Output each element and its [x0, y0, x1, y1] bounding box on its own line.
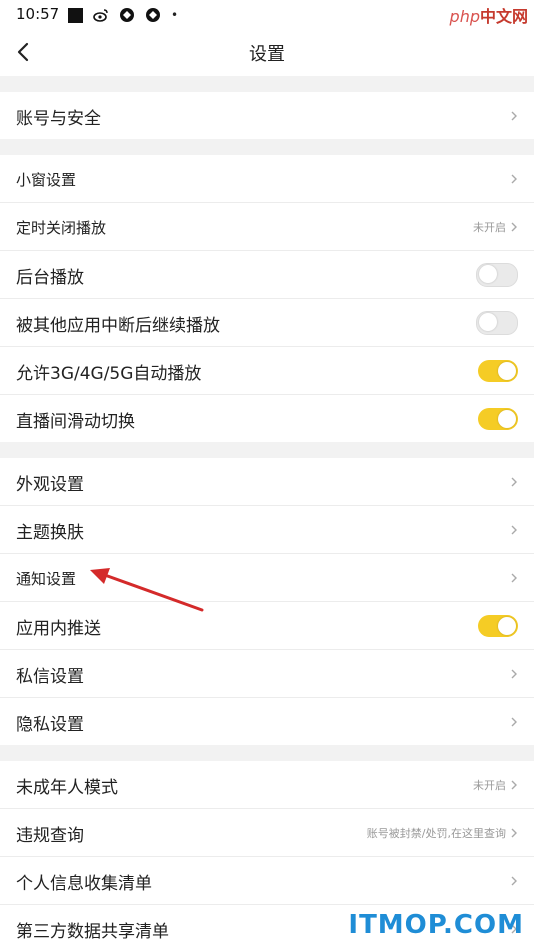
- settings-row[interactable]: 账号与安全: [0, 92, 534, 139]
- settings-row[interactable]: 后台播放: [0, 251, 534, 299]
- settings-row[interactable]: 直播间滑动切换: [0, 395, 534, 442]
- toggle-knob: [498, 616, 516, 635]
- toggle-switch[interactable]: [478, 407, 518, 430]
- settings-row[interactable]: 外观设置: [0, 458, 534, 506]
- section-gap: [0, 76, 534, 92]
- settings-row-right: [510, 458, 518, 505]
- settings-row[interactable]: 通知设置: [0, 554, 534, 602]
- settings-row-label: 第三方数据共享清单: [16, 922, 169, 942]
- chevron-right-icon: [511, 525, 517, 534]
- settings-row[interactable]: 允许3G/4G/5G自动播放: [0, 347, 534, 395]
- settings-row-hint: 账号被封禁/处罚,在这里查询: [366, 826, 506, 840]
- chevron-right-icon: [511, 876, 517, 885]
- settings-row-hint: 未开启: [473, 220, 506, 234]
- watermark-bottom: ITMOP.COM: [348, 910, 524, 940]
- settings-group: 小窗设置定时关闭播放 未开启后台播放被其他应用中断后继续播放 允许3G/4G/5G自…: [0, 155, 534, 442]
- settings-list: 账号与安全 小窗设置 定时关闭播放 未开启 后台播放 被其他应用中断后继续播放 允许3G/4…: [0, 76, 534, 952]
- settings-row-label: 账号与安全: [16, 109, 101, 129]
- chevron-right-icon: [511, 669, 517, 678]
- chevron-right-icon: [511, 573, 517, 582]
- settings-row-right: [476, 299, 518, 346]
- settings-row-label: 私信设置: [16, 667, 84, 687]
- toggle-switch[interactable]: [478, 359, 518, 382]
- settings-row-right: [478, 347, 518, 394]
- settings-row-label: 后台播放: [16, 268, 84, 288]
- settings-row-right: 未开启: [473, 203, 518, 250]
- settings-row-right: 账号被封禁/处罚,在这里查询: [367, 809, 518, 856]
- settings-row-label: 外观设置: [16, 475, 84, 495]
- settings-row-right: [510, 698, 518, 745]
- toggle-knob: [479, 264, 497, 283]
- settings-row-label: 被其他应用中断后继续播放: [16, 316, 220, 336]
- section-gap: [0, 139, 534, 155]
- settings-row-label: 隐私设置: [16, 715, 84, 735]
- settings-group: 外观设置主题换肤通知设置应用内推送私信设置隐私设置: [0, 458, 534, 745]
- app-icon: [120, 8, 134, 22]
- section-gap: [0, 442, 534, 458]
- settings-row-right: [510, 650, 518, 697]
- settings-row-right: [510, 506, 518, 553]
- annotation-arrow: [90, 568, 204, 612]
- settings-row-label: 未成年人模式: [16, 778, 118, 798]
- settings-row-label: 应用内推送: [16, 619, 101, 639]
- settings-row-right: [476, 251, 518, 298]
- chevron-right-icon: [511, 174, 517, 183]
- settings-row-label: 允许3G/4G/5G自动播放: [16, 364, 202, 384]
- page-title: 设置: [249, 44, 285, 65]
- more-dot: •: [171, 8, 179, 22]
- settings-row[interactable]: 违规查询 账号被封禁/处罚,在这里查询: [0, 809, 534, 857]
- chevron-right-icon: [511, 111, 517, 120]
- chevron-right-icon: [511, 717, 517, 726]
- chevron-right-icon: [511, 477, 517, 486]
- watermark-php: php: [449, 7, 480, 26]
- notification-square-icon: [68, 7, 83, 23]
- settings-group: 账号与安全: [0, 92, 534, 139]
- toggle-switch[interactable]: [478, 614, 518, 637]
- nav-bar: 设置: [0, 28, 534, 76]
- settings-row[interactable]: 应用内推送: [0, 602, 534, 650]
- settings-row[interactable]: 私信设置: [0, 650, 534, 698]
- chevron-right-icon: [511, 780, 517, 789]
- section-gap: [0, 745, 534, 761]
- settings-row[interactable]: 未成年人模式 未开启: [0, 761, 534, 809]
- settings-row[interactable]: 主题换肤: [0, 506, 534, 554]
- watermark-cn: 中文网: [479, 7, 528, 26]
- toggle-knob: [479, 312, 497, 331]
- toggle-switch[interactable]: [476, 310, 518, 335]
- status-bar: 10:57 • php中文网: [0, 0, 534, 28]
- settings-row-label: 个人信息收集清单: [16, 874, 152, 894]
- settings-row-right: [510, 857, 518, 904]
- app-icon: [146, 8, 160, 22]
- settings-row[interactable]: 个人信息收集清单: [0, 857, 534, 905]
- settings-row-right: [478, 602, 518, 649]
- toggle-knob: [498, 361, 516, 380]
- settings-row-label: 直播间滑动切换: [16, 412, 135, 432]
- toggle-knob: [498, 409, 516, 428]
- settings-row-label: 主题换肤: [16, 523, 84, 543]
- chevron-right-icon: [511, 828, 517, 837]
- weibo-icon: [93, 9, 108, 22]
- settings-row-label: 定时关闭播放: [16, 219, 107, 237]
- settings-row-right: [510, 155, 518, 202]
- settings-row[interactable]: 被其他应用中断后继续播放: [0, 299, 534, 347]
- settings-row-right: [478, 395, 518, 442]
- settings-row-hint: 未开启: [473, 778, 506, 792]
- settings-row-right: [510, 92, 518, 139]
- status-icons: •: [68, 7, 178, 23]
- settings-row-right: 未开启: [473, 761, 518, 808]
- toggle-switch[interactable]: [476, 262, 518, 287]
- chevron-right-icon: [511, 222, 517, 231]
- settings-row-right: [510, 554, 518, 601]
- settings-row-label: 通知设置: [16, 570, 77, 588]
- settings-row-label: 小窗设置: [16, 171, 77, 189]
- status-time: 10:57: [16, 5, 60, 23]
- settings-row[interactable]: 隐私设置: [0, 698, 534, 745]
- settings-row[interactable]: 小窗设置: [0, 155, 534, 203]
- settings-row[interactable]: 定时关闭播放 未开启: [0, 203, 534, 251]
- watermark-top: php中文网: [450, 3, 528, 27]
- settings-row-label: 违规查询: [16, 826, 84, 846]
